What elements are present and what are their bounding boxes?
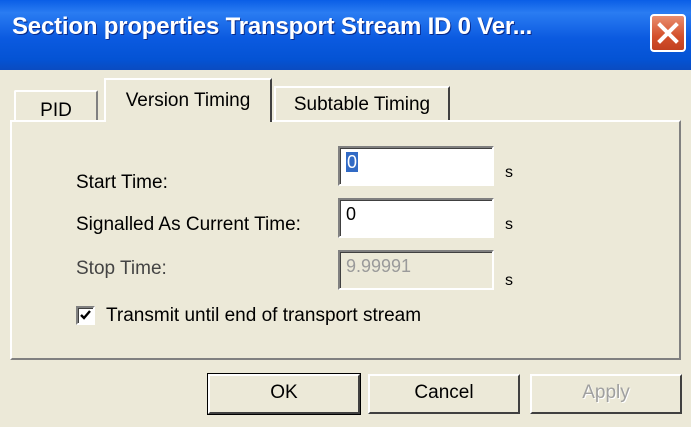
tab-version-timing[interactable]: Version Timing: [104, 78, 272, 122]
signalled-time-input[interactable]: 0: [338, 198, 494, 238]
start-time-input[interactable]: 0: [338, 146, 494, 186]
ok-button[interactable]: OK: [207, 373, 361, 415]
close-icon: [657, 22, 679, 44]
dialog-window: Section properties Transport Stream ID 0…: [0, 0, 691, 427]
transmit-checkbox-label[interactable]: Transmit until end of transport stream: [106, 305, 421, 327]
tab-subtable-timing[interactable]: Subtable Timing: [274, 86, 450, 122]
stop-time-value: 9.99991: [346, 256, 412, 276]
stop-time-unit: s: [505, 272, 513, 289]
tab-pid[interactable]: PID: [14, 90, 98, 122]
signalled-time-label: Signalled As Current Time:: [76, 214, 301, 235]
window-title: Section properties Transport Stream ID 0…: [12, 13, 533, 40]
close-button[interactable]: [650, 14, 686, 52]
stop-time-label: Stop Time:: [76, 258, 167, 279]
start-time-value: 0: [346, 152, 359, 172]
cancel-button[interactable]: Cancel: [368, 374, 520, 414]
signalled-time-unit: s: [505, 216, 513, 233]
start-time-unit: s: [505, 164, 513, 181]
apply-button: Apply: [530, 374, 682, 414]
signalled-time-value: 0: [346, 204, 357, 224]
checkmark-icon: [80, 310, 91, 320]
start-time-label: Start Time:: [76, 172, 168, 193]
transmit-checkbox[interactable]: [76, 306, 95, 325]
title-bar[interactable]: Section properties Transport Stream ID 0…: [0, 0, 691, 70]
stop-time-input: 9.99991: [338, 250, 494, 290]
